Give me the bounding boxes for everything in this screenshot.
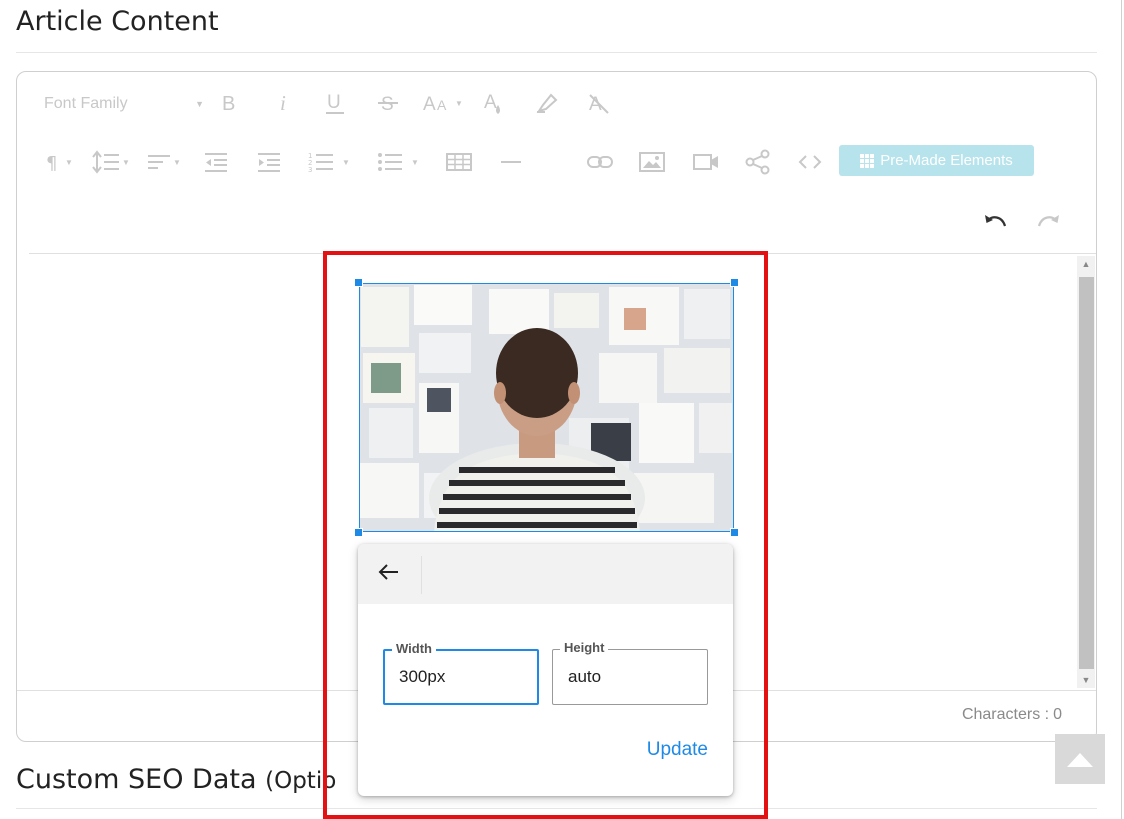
chevron-down-icon: ▼ bbox=[173, 157, 181, 167]
highlight-icon bbox=[536, 93, 558, 113]
clear-format-icon: A bbox=[589, 94, 609, 115]
heading-divider bbox=[16, 52, 1097, 53]
indent-icon bbox=[258, 153, 280, 172]
table-button[interactable] bbox=[446, 150, 472, 174]
chevron-down-icon: ▼ bbox=[411, 157, 419, 167]
scroll-up-icon[interactable]: ▲ bbox=[1077, 256, 1095, 272]
strikethrough-button[interactable]: S bbox=[377, 91, 399, 115]
font-family-dropdown[interactable]: Font Family ▼ bbox=[44, 92, 204, 116]
chevron-down-icon: ▼ bbox=[65, 157, 73, 167]
underline-icon: U bbox=[326, 92, 344, 114]
italic-button[interactable]: i bbox=[274, 91, 294, 115]
link-button[interactable] bbox=[587, 150, 613, 174]
ordered-list-icon: 123 bbox=[308, 152, 333, 174]
text-color-icon: A bbox=[484, 92, 500, 114]
article-content-heading: Article Content bbox=[16, 6, 219, 37]
outdent-button[interactable] bbox=[204, 150, 228, 174]
scrollbar-thumb[interactable] bbox=[1079, 277, 1094, 669]
share-button[interactable] bbox=[745, 149, 771, 175]
link-icon bbox=[587, 156, 613, 168]
outdent-icon bbox=[205, 153, 227, 172]
custom-seo-heading-text: Custom SEO Data bbox=[16, 764, 257, 795]
text-color-button[interactable]: A bbox=[483, 89, 505, 117]
line-height-icon bbox=[92, 150, 119, 174]
share-icon bbox=[745, 149, 770, 175]
paragraph-format-button[interactable]: ¶ ▼ bbox=[45, 150, 73, 174]
horizontal-line-icon bbox=[501, 161, 521, 163]
image-icon bbox=[639, 152, 665, 172]
grid-icon bbox=[860, 153, 875, 168]
svg-text:B: B bbox=[222, 93, 235, 115]
font-size-icon: AA bbox=[423, 94, 447, 115]
pre-made-elements-label: Pre-Made Elements bbox=[880, 152, 1013, 169]
character-count-value: 0 bbox=[1053, 706, 1062, 723]
image-button[interactable] bbox=[639, 150, 665, 174]
video-icon bbox=[693, 154, 718, 170]
bold-button[interactable]: B bbox=[219, 91, 241, 115]
indent-button[interactable] bbox=[257, 150, 281, 174]
font-family-label: Font Family bbox=[44, 95, 128, 112]
character-count-label: Characters : bbox=[961, 706, 1050, 723]
svg-text:3: 3 bbox=[308, 166, 312, 174]
scroll-down-icon[interactable]: ▼ bbox=[1077, 672, 1095, 688]
code-view-icon bbox=[798, 155, 822, 169]
strikethrough-icon: S bbox=[378, 94, 398, 115]
editor-scrollbar[interactable]: ▲ ▼ bbox=[1077, 256, 1095, 688]
highlight-button[interactable] bbox=[535, 91, 559, 115]
paragraph-format-icon: ¶ bbox=[46, 153, 57, 174]
unordered-list-button[interactable]: ▼ bbox=[377, 150, 419, 174]
chevron-down-icon: ▼ bbox=[455, 98, 463, 108]
video-button[interactable] bbox=[693, 150, 719, 174]
svg-text:A: A bbox=[423, 94, 436, 115]
undo-button[interactable] bbox=[983, 212, 1009, 234]
redo-button[interactable] bbox=[1035, 212, 1061, 234]
font-size-button[interactable]: AA ▼ bbox=[423, 91, 463, 115]
chevron-up-icon bbox=[1067, 753, 1093, 767]
code-view-button[interactable] bbox=[797, 150, 823, 174]
italic-icon: i bbox=[280, 91, 286, 115]
bold-icon: B bbox=[222, 93, 235, 115]
chevron-down-icon: ▼ bbox=[122, 157, 130, 167]
align-button[interactable]: ▼ bbox=[147, 150, 181, 174]
table-icon bbox=[446, 153, 472, 171]
svg-text:¶: ¶ bbox=[46, 153, 57, 174]
highlight-box bbox=[323, 251, 768, 819]
character-count: Characters :0 bbox=[962, 706, 1062, 724]
svg-text:i: i bbox=[280, 91, 286, 115]
svg-text:A: A bbox=[437, 97, 447, 113]
svg-text:A: A bbox=[484, 92, 497, 113]
custom-seo-heading: Custom SEO Data (Optio bbox=[16, 764, 336, 795]
line-height-button[interactable]: ▼ bbox=[92, 150, 130, 174]
horizontal-line-button[interactable] bbox=[500, 150, 522, 174]
unordered-list-icon bbox=[378, 153, 402, 171]
chevron-down-icon: ▼ bbox=[342, 157, 350, 167]
svg-text:S: S bbox=[381, 94, 394, 115]
redo-icon bbox=[1037, 215, 1059, 227]
scroll-to-top-button[interactable] bbox=[1055, 734, 1105, 784]
ordered-list-button[interactable]: 123 ▼ bbox=[308, 150, 350, 174]
chevron-down-icon: ▼ bbox=[195, 99, 204, 109]
page-edge-line bbox=[1121, 0, 1122, 819]
pre-made-elements-button[interactable]: Pre-Made Elements bbox=[839, 145, 1034, 176]
underline-button[interactable]: U bbox=[324, 90, 346, 116]
align-icon bbox=[148, 155, 170, 169]
clear-format-button[interactable]: A bbox=[587, 91, 611, 115]
svg-text:U: U bbox=[327, 92, 341, 113]
undo-icon bbox=[985, 215, 1007, 227]
